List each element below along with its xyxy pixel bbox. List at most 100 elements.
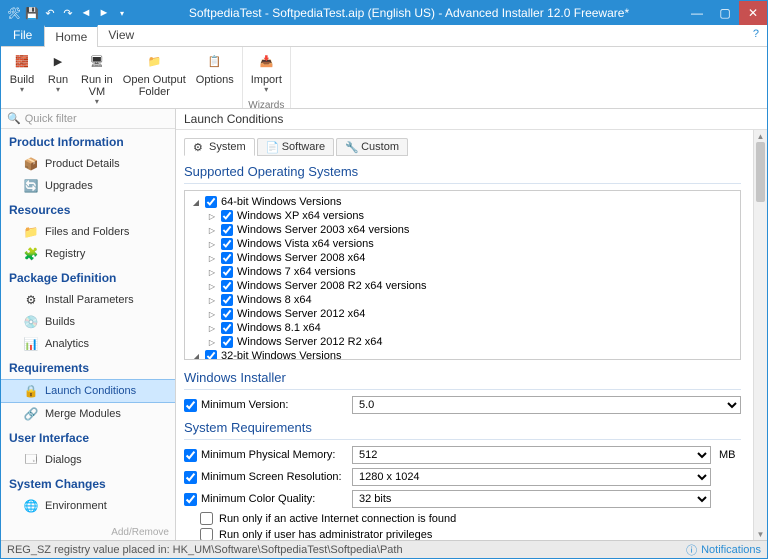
- scroll-thumb[interactable]: [756, 142, 765, 202]
- os-check[interactable]: [221, 238, 233, 250]
- os-check[interactable]: [221, 294, 233, 306]
- back-icon[interactable]: ◄: [79, 6, 93, 20]
- collapse-icon[interactable]: ◢: [191, 198, 201, 207]
- os-check[interactable]: [221, 308, 233, 320]
- import-button[interactable]: 📥 Import ▾: [247, 49, 286, 97]
- sidebar-item-upgrades[interactable]: 🔄Upgrades: [1, 175, 175, 197]
- undo-icon[interactable]: ↶: [43, 6, 57, 20]
- os-check[interactable]: [221, 224, 233, 236]
- forward-icon[interactable]: ►: [97, 6, 111, 20]
- os-item[interactable]: ▷Windows Vista x64 versions: [191, 237, 734, 251]
- os-item[interactable]: ▷Windows Server 2012 x64: [191, 307, 734, 321]
- color-select[interactable]: 32 bits: [352, 490, 711, 508]
- min-version-check[interactable]: [184, 399, 197, 412]
- sidebar-item-merge-modules[interactable]: 🔗Merge Modules: [1, 403, 175, 425]
- os-check[interactable]: [221, 336, 233, 348]
- res-select[interactable]: 1280 x 1024: [352, 468, 711, 486]
- expand-icon[interactable]: ▷: [207, 338, 217, 347]
- close-button[interactable]: ✕: [739, 1, 767, 25]
- minimize-button[interactable]: —: [683, 1, 711, 25]
- open-output-button[interactable]: 📁 Open Output Folder: [119, 49, 190, 100]
- file-tab[interactable]: File: [1, 25, 44, 46]
- internet-row[interactable]: Run only if an active Internet connectio…: [200, 512, 741, 525]
- expand-icon[interactable]: ▷: [207, 254, 217, 263]
- expand-icon[interactable]: ▷: [207, 296, 217, 305]
- home-tab[interactable]: Home: [44, 25, 98, 47]
- sidebar-item-launch-conditions[interactable]: 🔒Launch Conditions: [1, 379, 175, 403]
- expand-icon[interactable]: ▷: [207, 310, 217, 319]
- sidebar-item-dialogs[interactable]: 🗔Dialogs: [1, 449, 175, 471]
- admin-row[interactable]: Run only if user has administrator privi…: [200, 528, 741, 540]
- os-item[interactable]: ▷Windows 8 x64: [191, 293, 734, 307]
- sidebar-item-registry[interactable]: 🧩Registry: [1, 243, 175, 265]
- maximize-button[interactable]: ▢: [711, 1, 739, 25]
- os-item[interactable]: ▷Windows Server 2003 x64 versions: [191, 223, 734, 237]
- os-check[interactable]: [205, 350, 217, 360]
- mem-row[interactable]: Minimum Physical Memory:: [184, 449, 344, 462]
- options-button[interactable]: 📋 Options: [192, 49, 238, 88]
- help-icon[interactable]: ?: [745, 25, 767, 46]
- run-button[interactable]: ▶ Run ▾: [41, 49, 75, 97]
- os-item[interactable]: ▷Windows 8.1 x64: [191, 321, 734, 335]
- os-item[interactable]: ▷Windows Server 2008 R2 x64 versions: [191, 279, 734, 293]
- notifications-button[interactable]: ⓘNotifications: [686, 542, 761, 558]
- color-check[interactable]: [184, 493, 197, 506]
- os-group-32[interactable]: ◢32-bit Windows Versions: [191, 349, 734, 360]
- tab-custom[interactable]: 🔧Custom: [336, 138, 408, 156]
- mem-select[interactable]: 512: [352, 446, 711, 464]
- nav-product-information[interactable]: Product Information: [1, 129, 175, 153]
- sidebar-item-files-folders[interactable]: 📁Files and Folders: [1, 221, 175, 243]
- qat-dropdown-icon[interactable]: ▾: [115, 6, 129, 20]
- sidebar-item-install-parameters[interactable]: ⚙Install Parameters: [1, 289, 175, 311]
- sidebar-item-analytics[interactable]: 📊Analytics: [1, 333, 175, 355]
- os-check[interactable]: [221, 266, 233, 278]
- expand-icon[interactable]: ▷: [207, 282, 217, 291]
- add-remove-link[interactable]: Add/Remove: [111, 527, 169, 538]
- nav-requirements[interactable]: Requirements: [1, 355, 175, 379]
- min-version-select[interactable]: 5.0: [352, 396, 741, 414]
- os-list[interactable]: ◢64-bit Windows Versions ▷Windows XP x64…: [184, 190, 741, 360]
- nav-resources[interactable]: Resources: [1, 197, 175, 221]
- os-item[interactable]: ▷ Windows Server 2008 x64: [191, 251, 734, 265]
- sidebar-item-environment[interactable]: 🌐Environment: [1, 495, 175, 517]
- expand-icon[interactable]: ▷: [207, 268, 217, 277]
- res-check[interactable]: [184, 471, 197, 484]
- nav-system-changes[interactable]: System Changes: [1, 471, 175, 495]
- tab-software[interactable]: 📄Software: [257, 138, 334, 156]
- build-button[interactable]: 🧱 Build ▾: [5, 49, 39, 97]
- nav-package-definition[interactable]: Package Definition: [1, 265, 175, 289]
- save-icon[interactable]: 💾: [25, 6, 39, 20]
- view-tab[interactable]: View: [98, 25, 144, 46]
- scroll-down-icon[interactable]: ▼: [754, 528, 767, 540]
- scrollbar[interactable]: ▲ ▼: [753, 130, 767, 540]
- os-check[interactable]: [221, 252, 233, 264]
- res-row[interactable]: Minimum Screen Resolution:: [184, 471, 344, 484]
- os-check[interactable]: [221, 280, 233, 292]
- expand-icon[interactable]: ▷: [207, 324, 217, 333]
- os-check[interactable]: [221, 210, 233, 222]
- quick-filter[interactable]: 🔍 Quick filter: [1, 109, 175, 129]
- os-item[interactable]: ▷Windows XP x64 versions: [191, 209, 734, 223]
- expand-icon[interactable]: ▷: [207, 240, 217, 249]
- os-check[interactable]: [221, 322, 233, 334]
- scroll-up-icon[interactable]: ▲: [754, 130, 767, 142]
- run-vm-button[interactable]: 🖥 Run in VM ▾: [77, 49, 117, 109]
- sidebar-item-builds[interactable]: 💿Builds: [1, 311, 175, 333]
- nav-user-interface[interactable]: User Interface: [1, 425, 175, 449]
- os-check[interactable]: [205, 196, 217, 208]
- sidebar-item-product-details[interactable]: 📦Product Details: [1, 153, 175, 175]
- os-item[interactable]: ▷Windows Server 2012 R2 x64: [191, 335, 734, 349]
- os-label: Windows Server 2008 x64: [237, 252, 365, 264]
- os-group-64[interactable]: ◢64-bit Windows Versions: [191, 195, 734, 209]
- mem-check[interactable]: [184, 449, 197, 462]
- os-item[interactable]: ▷Windows 7 x64 versions: [191, 265, 734, 279]
- expand-icon[interactable]: ▷: [207, 212, 217, 221]
- internet-check[interactable]: [200, 512, 213, 525]
- tab-system[interactable]: ⚙System: [184, 138, 255, 156]
- admin-check[interactable]: [200, 528, 213, 540]
- color-row[interactable]: Minimum Color Quality:: [184, 493, 344, 506]
- min-version-label-row[interactable]: Minimum Version:: [184, 399, 344, 412]
- collapse-icon[interactable]: ◢: [191, 352, 201, 361]
- redo-icon[interactable]: ↷: [61, 6, 75, 20]
- expand-icon[interactable]: ▷: [207, 226, 217, 235]
